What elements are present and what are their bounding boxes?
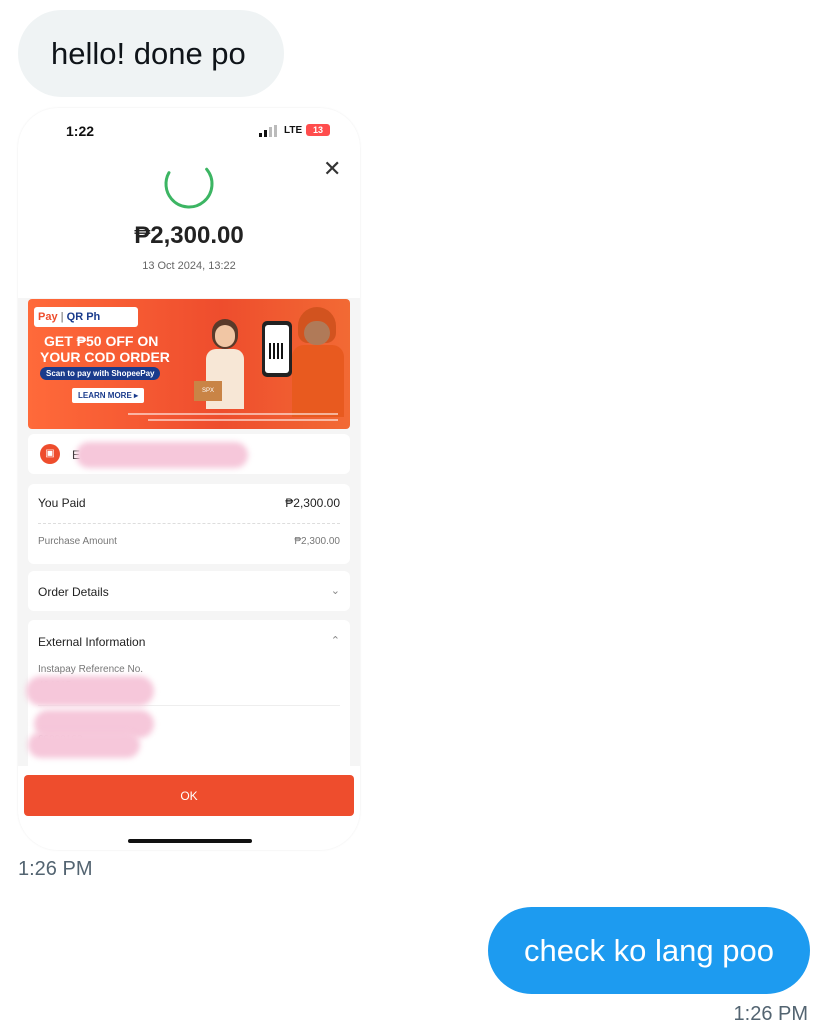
- external-info-label: External Information: [38, 635, 146, 649]
- payment-summary-card: You Paid ₱2,300.00 Purchase Amount ₱2,30…: [28, 484, 350, 564]
- battery-level: 13: [312, 125, 323, 135]
- banner-rider-illustration: [290, 307, 346, 421]
- battery-icon: 13: [306, 124, 330, 136]
- outgoing-message-bubble: check ko lang poo: [488, 907, 810, 994]
- redacted-reference-1: [26, 676, 154, 706]
- banner-woman-illustration: SPX: [194, 319, 250, 409]
- signal-icon: [259, 125, 277, 137]
- banner-headline-1: GET ₱50 OFF ON: [44, 333, 159, 349]
- merchant-card: ▣ E: [28, 434, 350, 474]
- shop-icon: ▣: [40, 444, 60, 464]
- purchase-amount-value: ₱2,300.00: [294, 536, 340, 547]
- order-details-row[interactable]: Order Details ⌄: [28, 571, 350, 611]
- ok-label: OK: [180, 788, 198, 803]
- promo-banner[interactable]: Pay | QR Ph GET ₱50 OFF ON YOUR COD ORDE…: [28, 299, 350, 429]
- network-label: LTE: [284, 125, 303, 136]
- incoming-timestamp: 1:26 PM: [18, 858, 93, 880]
- spx-box: SPX: [194, 381, 222, 401]
- outgoing-timestamp: 1:26 PM: [733, 1003, 808, 1025]
- payment-amount: ₱2,300.00: [134, 222, 244, 249]
- banner-headline-2: YOUR COD ORDER: [40, 349, 170, 365]
- box-label: SPX: [201, 388, 214, 394]
- shopee-pay-label: Pay: [38, 311, 58, 323]
- attached-screenshot[interactable]: 1:22 LTE 13 ✕ ₱2,300.00 13 Oct 2024, 13:…: [18, 108, 360, 850]
- you-paid-value: ₱2,300.00: [285, 496, 340, 510]
- ok-button[interactable]: OK: [24, 775, 354, 816]
- external-info-card: External Information ⌃ Instapay Referenc…: [26, 620, 350, 780]
- status-bar-time: 1:22: [66, 123, 95, 139]
- close-icon[interactable]: ✕: [323, 156, 341, 182]
- chevron-down-icon[interactable]: ⌄: [331, 584, 340, 597]
- spinner-icon: [164, 159, 214, 209]
- redacted-reference-3: [28, 732, 140, 758]
- qrph-label: QR Ph: [66, 311, 101, 323]
- qr-code-icon: [269, 343, 285, 359]
- banner-fine-print-2: [148, 419, 338, 421]
- divider: [38, 523, 340, 524]
- instapay-reference-label: Instapay Reference No.: [38, 664, 144, 675]
- redacted-merchant-name: [76, 442, 248, 468]
- outgoing-message-text: check ko lang poo: [524, 932, 774, 968]
- home-indicator: [128, 839, 252, 843]
- banner-phone-illustration: [262, 321, 292, 377]
- you-paid-label: You Paid: [38, 496, 86, 510]
- purchase-amount-label: Purchase Amount: [38, 536, 117, 547]
- banner-fine-print: [128, 413, 338, 415]
- banner-subline: Scan to pay with ShopeePay: [40, 367, 161, 380]
- brand-badge: Pay | QR Ph: [34, 307, 138, 327]
- incoming-message-text: hello! done po: [51, 35, 246, 71]
- learn-more-button[interactable]: LEARN MORE ▸: [72, 388, 145, 403]
- incoming-message-bubble: hello! done po: [18, 10, 284, 97]
- chevron-up-icon[interactable]: ⌃: [331, 634, 340, 647]
- payment-date: 13 Oct 2024, 13:22: [142, 260, 236, 272]
- order-details-label: Order Details: [38, 585, 109, 599]
